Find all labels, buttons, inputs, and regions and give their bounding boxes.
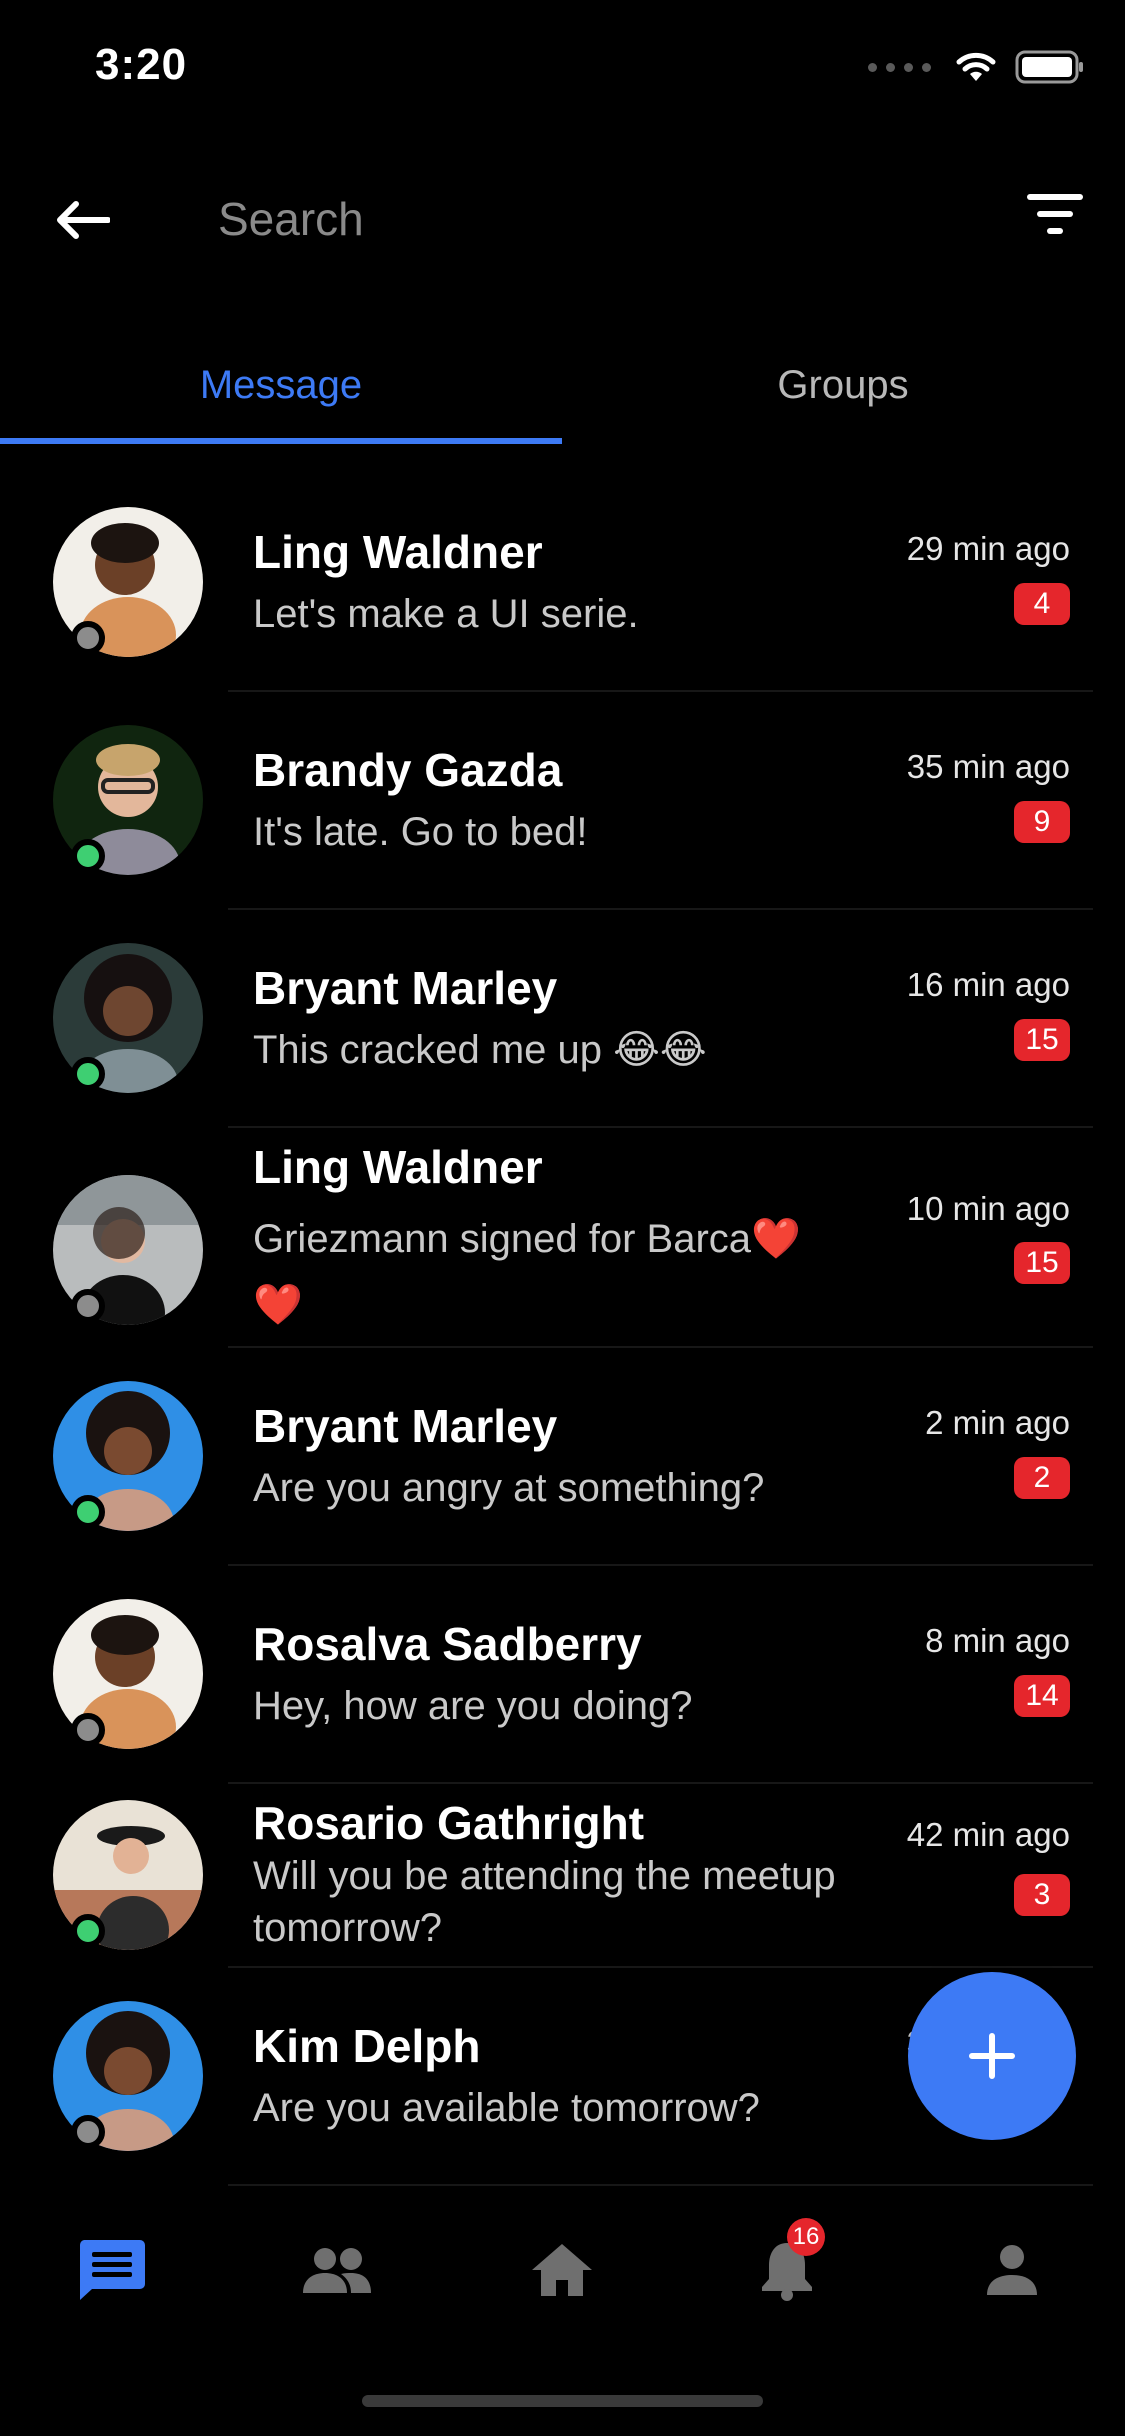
unread-badge: 2 [1014,1457,1070,1499]
conversation-row[interactable]: Ling Waldner Let's make a UI serie. 29 m… [0,500,1125,690]
online-indicator [71,839,105,873]
unread-badge: 3 [1014,1874,1070,1916]
contact-name: Ling Waldner [253,1141,543,1193]
message-time: 35 min ago [906,748,1070,785]
message-time: 16 min ago [906,966,1070,1003]
home-icon [532,2244,592,2296]
message-preview: Are you angry at something? [253,1466,765,1510]
conversation-row[interactable]: Bryant Marley This cracked me up 😂😂 16 m… [0,936,1125,1126]
tab-bar: Message Groups [0,330,1125,445]
avatar [53,1381,203,1531]
conversation-row[interactable]: Ling Waldner Griezmann signed for Barca❤… [0,1140,1125,1360]
avatar [53,507,203,657]
search-input[interactable] [216,182,920,256]
offline-indicator [71,621,105,655]
tab-message[interactable]: Message [0,330,562,440]
message-time: 42 min ago [906,1816,1070,1853]
conversation-row[interactable]: Brandy Gazda It's late. Go to bed! 35 mi… [0,718,1125,908]
offline-indicator [71,1289,105,1323]
message-preview: This cracked me up 😂😂 [253,1028,707,1072]
avatar [53,1599,203,1749]
message-preview: Will you be attending the meetup tomorro… [253,1854,836,1950]
status-bar: 3:20 [0,0,1125,140]
person-icon [987,2245,1037,2295]
unread-badge: 15 [1014,1242,1070,1284]
divider [228,908,1093,910]
arrow-left-icon [57,201,110,239]
chat-icon [79,2240,145,2300]
conversation-row[interactable]: Rosario Gathright Will you be attending … [0,1796,1125,1976]
offline-indicator [71,1713,105,1747]
divider [228,1126,1093,1128]
avatar [53,943,203,1093]
status-icons [868,50,1085,84]
active-tab-indicator [0,438,562,444]
divider [228,690,1093,692]
new-message-button[interactable] [908,1972,1076,2140]
online-indicator [71,1914,105,1948]
divider [228,1782,1093,1784]
online-indicator [71,1057,105,1091]
message-time: 8 min ago [925,1622,1070,1659]
unread-badge: 4 [1014,583,1070,625]
contact-name: Brandy Gazda [253,744,563,796]
avatar [53,2001,203,2151]
unread-badge: 14 [1014,1675,1070,1717]
conversation-row[interactable]: Bryant Marley Are you angry at something… [0,1374,1125,1564]
online-indicator [71,1495,105,1529]
nav-profile[interactable] [972,2230,1052,2310]
contact-name: Rosario Gathright [253,1797,645,1849]
filter-icon [1027,194,1083,234]
message-preview: Are you available tomorrow? [253,2086,760,2130]
divider [228,1564,1093,1566]
wifi-icon [956,52,996,81]
conversation-row[interactable]: Rosalva Sadberry Hey, how are you doing?… [0,1592,1125,1782]
contact-name: Ling Waldner [253,526,543,578]
status-time: 3:20 [95,40,188,89]
avatar [53,725,203,875]
battery-icon [1015,50,1083,84]
nav-home[interactable] [522,2230,602,2310]
message-preview: Let's make a UI serie. [253,592,639,636]
nav-notifications[interactable]: 16 [747,2218,827,2310]
search-header [0,160,1125,270]
divider [228,1346,1093,1348]
divider [228,1966,1093,1968]
message-preview: Griezmann signed for Barca❤️ ❤️ [253,1217,801,1327]
message-time: 2 min ago [925,1404,1070,1441]
contact-name: Rosalva Sadberry [253,1618,642,1670]
tab-groups[interactable]: Groups [562,330,1124,440]
bottom-navigation: 16 [0,2180,1125,2370]
plus-icon [969,2033,1015,2079]
home-indicator [362,2395,763,2407]
offline-indicator [71,2115,105,2149]
signal-icon [868,62,931,72]
message-preview: It's late. Go to bed! [253,810,588,854]
message-time: 10 min ago [906,1190,1070,1227]
avatar [53,1800,203,1950]
avatar [53,1175,203,1325]
contact-name: Kim Delph [253,2020,481,2072]
contact-name: Bryant Marley [253,1400,558,1452]
message-time: 29 min ago [906,530,1070,567]
back-button[interactable] [52,190,112,250]
message-preview: Hey, how are you doing? [253,1684,693,1728]
people-icon [303,2248,371,2293]
filter-button[interactable] [1025,192,1085,242]
unread-badge: 15 [1014,1019,1070,1061]
nav-messages[interactable] [72,2230,152,2310]
notifications-badge: 16 [787,2218,825,2256]
nav-contacts[interactable] [297,2230,377,2310]
unread-badge: 9 [1014,801,1070,843]
contact-name: Bryant Marley [253,962,558,1014]
